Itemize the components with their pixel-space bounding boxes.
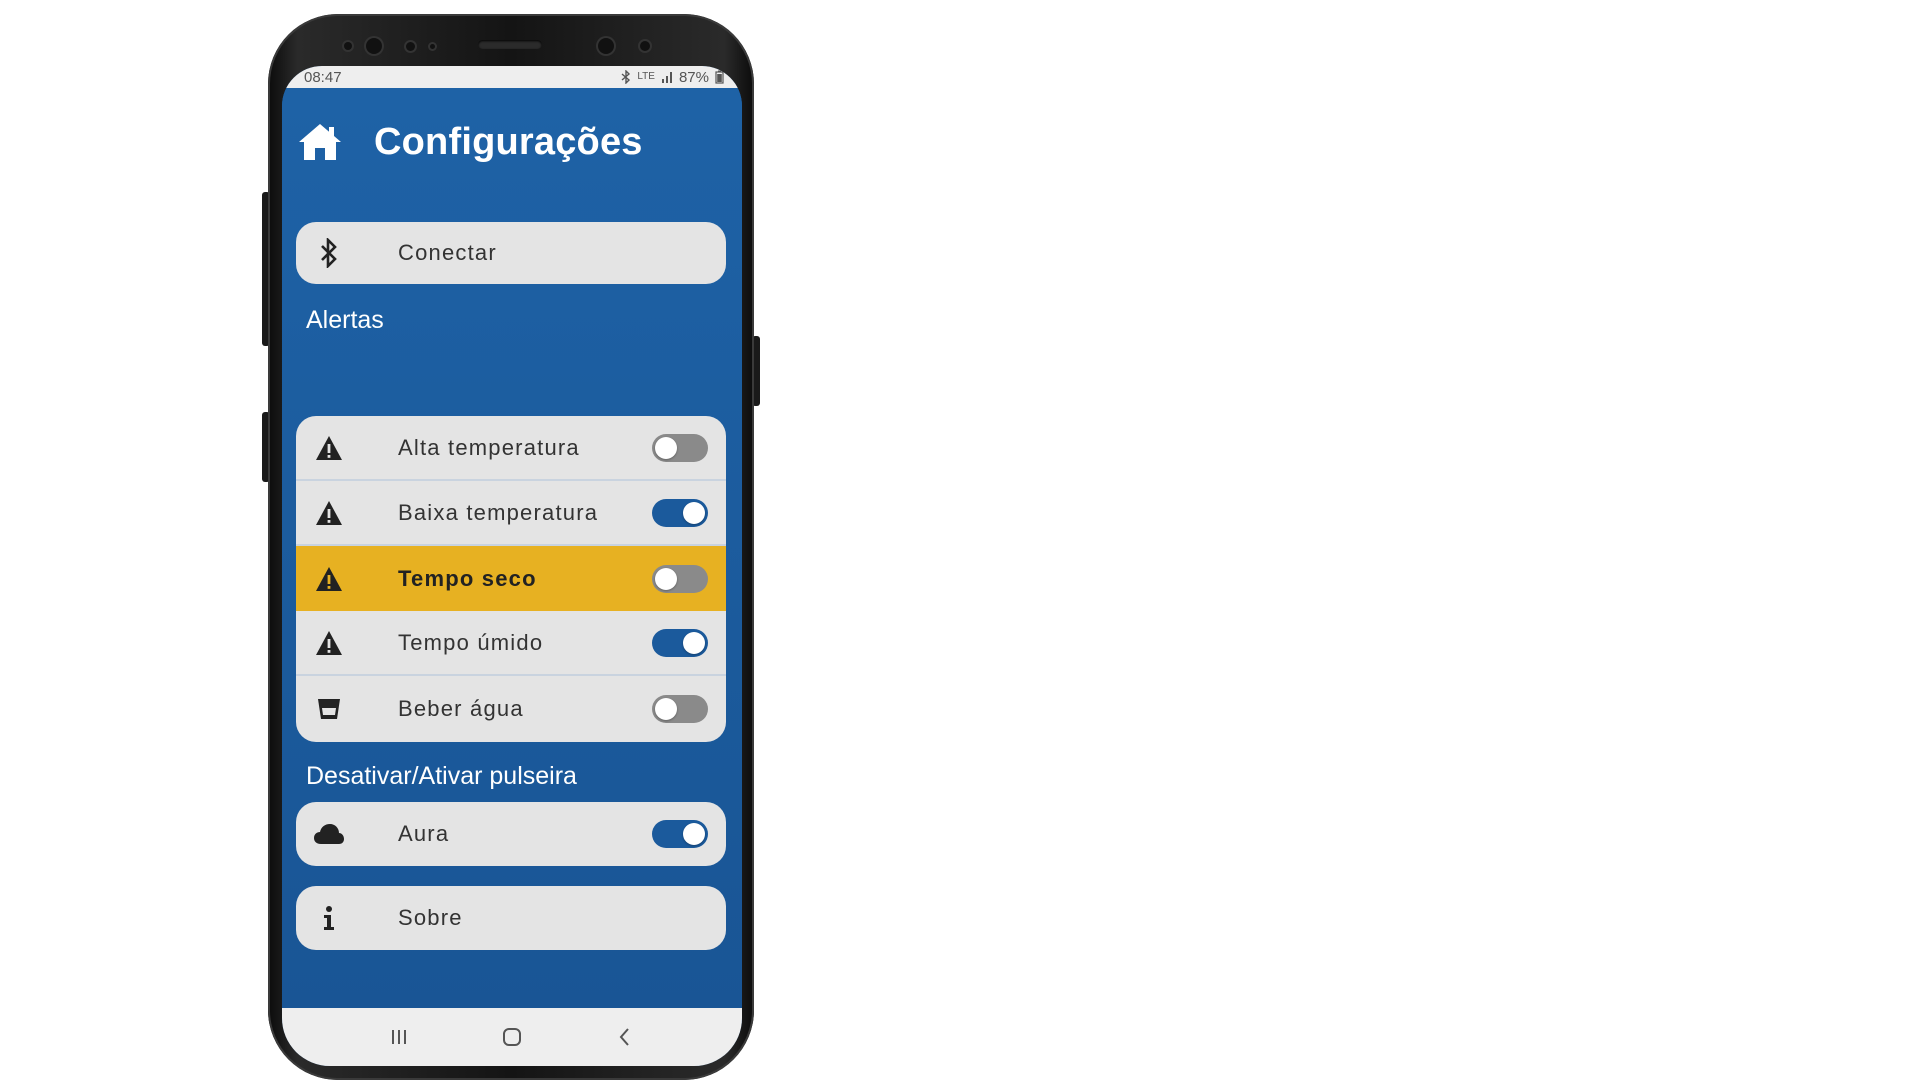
drink-water-toggle[interactable] bbox=[652, 694, 708, 723]
alert-item-label: Beber água bbox=[398, 695, 524, 721]
status-bar: 08:47 LTE 87% bbox=[282, 66, 742, 88]
alert-item-drink-water: Beber água bbox=[296, 676, 726, 741]
aura-toggle[interactable] bbox=[652, 820, 708, 848]
alert-item-humid-weather: Tempo úmido bbox=[296, 611, 726, 676]
alert-item-label: Tempo úmido bbox=[398, 629, 544, 655]
alert-item-low-temperature: Baixa temperatura bbox=[296, 481, 726, 546]
bracelet-label: Aura bbox=[398, 821, 450, 846]
home-nav-icon[interactable] bbox=[500, 1025, 524, 1049]
bracelet-section-title: Desativar/Ativar pulseira bbox=[306, 762, 577, 790]
alert-item-dry-weather: Tempo seco bbox=[296, 546, 726, 611]
warning-icon bbox=[312, 431, 346, 465]
back-icon[interactable] bbox=[613, 1025, 637, 1049]
high-temperature-toggle[interactable] bbox=[652, 433, 708, 462]
bracelet-aura-item: Aura bbox=[296, 802, 726, 866]
about-button[interactable]: Sobre bbox=[296, 886, 726, 950]
glass-icon bbox=[312, 692, 346, 726]
cloud-icon bbox=[312, 817, 346, 851]
connect-label: Conectar bbox=[398, 240, 497, 265]
earpiece-speaker bbox=[478, 40, 542, 49]
bluetooth-icon bbox=[312, 236, 346, 270]
alert-item-high-temperature: Alta temperatura bbox=[296, 416, 726, 481]
status-time: 08:47 bbox=[304, 68, 342, 86]
recent-apps-icon[interactable] bbox=[387, 1025, 411, 1049]
warning-icon bbox=[312, 562, 346, 596]
warning-icon bbox=[312, 496, 346, 530]
low-temperature-toggle[interactable] bbox=[652, 498, 708, 527]
bluetooth-status-icon bbox=[621, 70, 631, 84]
alerts-section-title: Alertas bbox=[306, 306, 384, 334]
info-icon bbox=[312, 901, 346, 935]
signal-icon bbox=[661, 72, 672, 83]
status-icons: LTE 87% bbox=[621, 69, 724, 86]
android-nav-bar bbox=[282, 1008, 742, 1066]
warning-icon bbox=[312, 626, 346, 660]
alert-item-label: Baixa temperatura bbox=[398, 499, 599, 525]
connect-button[interactable]: Conectar bbox=[296, 222, 726, 284]
alerts-list: Alta temperatura Baixa temperatura Tempo… bbox=[296, 416, 726, 742]
humid-weather-toggle[interactable] bbox=[652, 628, 708, 657]
settings-screen: Configurações Conectar Alertas Alta temp… bbox=[282, 88, 742, 1008]
alert-item-label: Tempo seco bbox=[398, 565, 537, 591]
battery-icon bbox=[715, 70, 724, 84]
alert-item-label: Alta temperatura bbox=[398, 434, 580, 460]
app-header: Configurações bbox=[296, 118, 643, 166]
dry-weather-toggle[interactable] bbox=[652, 564, 708, 593]
network-status: LTE bbox=[637, 71, 655, 82]
about-label: Sobre bbox=[398, 905, 463, 930]
battery-level: 87% bbox=[678, 68, 709, 86]
page-title: Configurações bbox=[374, 120, 643, 163]
phone-screen: 08:47 LTE 87% Configurações Conectar Ale… bbox=[282, 66, 742, 1066]
home-icon[interactable] bbox=[296, 118, 344, 166]
